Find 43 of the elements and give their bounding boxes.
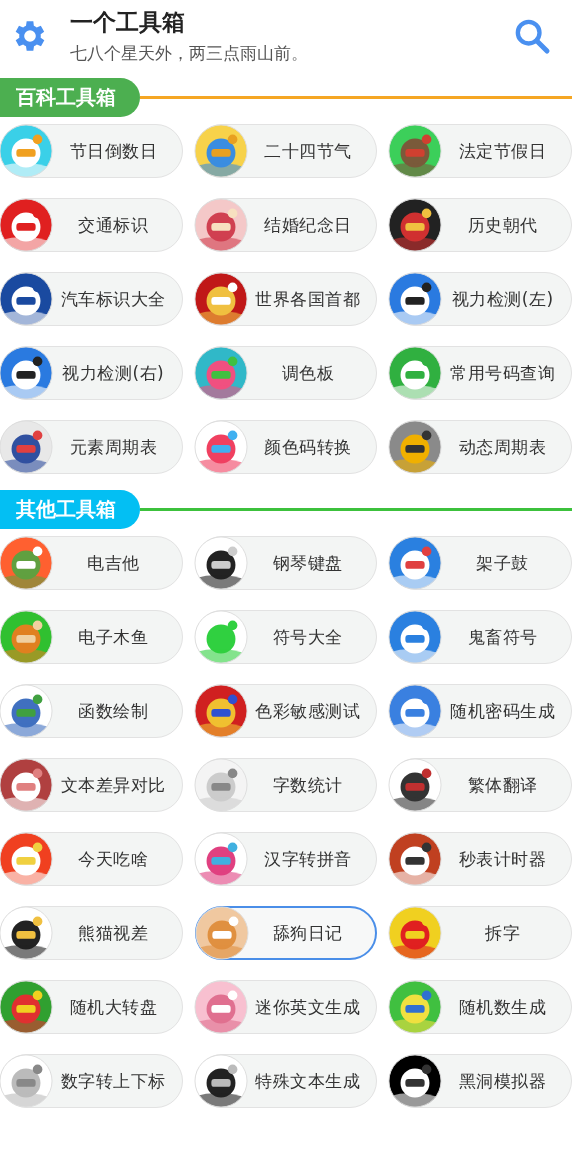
tool-button[interactable]: 颜色码转换 xyxy=(194,420,378,474)
tool-button[interactable]: 黑洞模拟器 xyxy=(389,1054,572,1108)
tool-button[interactable]: 今天吃啥 xyxy=(0,832,183,886)
tool-button[interactable]: 法定节假日 xyxy=(389,124,572,178)
tool-button[interactable]: 符号大全 xyxy=(194,610,378,664)
tool-button[interactable]: 钢琴键盘 xyxy=(194,536,378,590)
tool-button[interactable]: 文本差异对比 xyxy=(0,758,183,812)
tool-button[interactable]: 动态周期表 xyxy=(389,420,572,474)
tool-button[interactable]: 随机数生成 xyxy=(389,980,572,1034)
tool-button[interactable]: 拆字 xyxy=(389,906,572,960)
tool-button[interactable]: 舔狗日记 xyxy=(194,906,378,960)
tool-button[interactable]: 节日倒数日 xyxy=(0,124,183,178)
tool-button[interactable]: 熊猫视差 xyxy=(0,906,183,960)
tool-button[interactable]: 世界各国首都 xyxy=(194,272,378,326)
tool-button[interactable]: 二十四节气 xyxy=(194,124,378,178)
section-title: 百科工具箱 xyxy=(0,77,140,117)
tool-button[interactable]: 随机密码生成 xyxy=(389,684,572,738)
app-title: 一个工具箱 xyxy=(70,8,186,37)
tool-button[interactable]: 字数统计 xyxy=(194,758,378,812)
tool-button[interactable]: 视力检测(左) xyxy=(389,272,572,326)
tool-button[interactable]: 繁体翻译 xyxy=(389,758,572,812)
tool-button[interactable]: 架子鼓 xyxy=(389,536,572,590)
tool-button[interactable]: 汽车标识大全 xyxy=(0,272,183,326)
tool-button[interactable]: 历史朝代 xyxy=(389,198,572,252)
tool-button[interactable]: 视力检测(右) xyxy=(0,346,183,400)
tool-button[interactable]: 鬼畜符号 xyxy=(389,610,572,664)
tool-button[interactable]: 电子木鱼 xyxy=(0,610,183,664)
tool-button[interactable]: 色彩敏感测试 xyxy=(194,684,378,738)
tool-button[interactable]: 秒表计时器 xyxy=(389,832,572,886)
tool-button[interactable]: 函数绘制 xyxy=(0,684,183,738)
tool-button[interactable]: 交通标识 xyxy=(0,198,183,252)
tool-button[interactable]: 结婚纪念日 xyxy=(194,198,378,252)
tool-button[interactable]: 迷你英文生成 xyxy=(194,980,378,1034)
tool-button[interactable]: 数字转上下标 xyxy=(0,1054,183,1108)
tool-button[interactable]: 常用号码查询 xyxy=(389,346,572,400)
tool-button[interactable]: 特殊文本生成 xyxy=(194,1054,378,1108)
app-subtitle: 七八个星天外，两三点雨山前。 xyxy=(70,42,309,65)
tool-button[interactable]: 汉字转拼音 xyxy=(194,832,378,886)
tool-button[interactable]: 电吉他 xyxy=(0,536,183,590)
section-title: 其他工具箱 xyxy=(0,489,140,529)
tool-button[interactable]: 随机大转盘 xyxy=(0,980,183,1034)
tool-button[interactable]: 元素周期表 xyxy=(0,420,183,474)
tool-button[interactable]: 调色板 xyxy=(194,346,378,400)
